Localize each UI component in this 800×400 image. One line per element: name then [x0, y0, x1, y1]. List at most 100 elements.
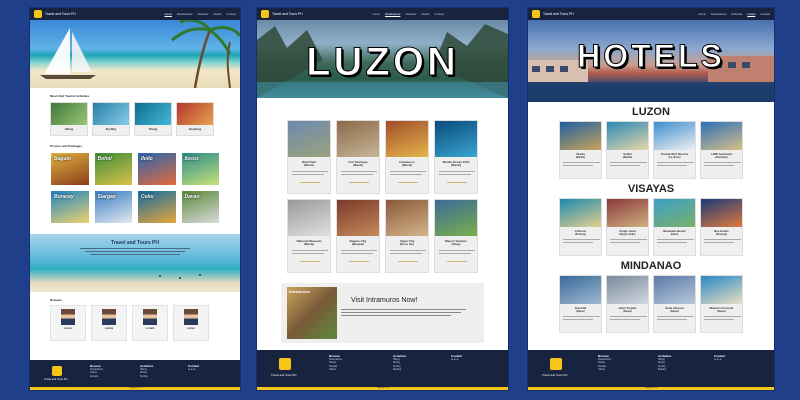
nav-destinations[interactable]: Destinations [385, 12, 400, 16]
hotel-card[interactable]: Dusit D2 (Davao) [559, 275, 602, 333]
promo-card[interactable]: Baguio [50, 152, 90, 186]
promo-card[interactable]: Iloilo [137, 152, 177, 186]
footer-activities: Activities Hiking Diving Surfing [140, 364, 153, 378]
hotel-desc-lines [704, 239, 741, 243]
place-card[interactable]: Fort Santiago (Manila) [336, 120, 380, 194]
nav-contact[interactable]: Contact [226, 12, 236, 16]
footer-logo-icon[interactable] [279, 358, 291, 370]
hotel-image [607, 122, 648, 150]
hotel-desc-lines [563, 239, 600, 243]
place-card[interactable]: Vigan City (Ilocos Sur) [385, 199, 429, 273]
place-image [337, 121, 379, 157]
hotel-card[interactable]: Sofitel (Manila) [606, 121, 649, 179]
nav-activities[interactable]: Activities [731, 12, 742, 16]
nav-contact[interactable]: Contact [434, 12, 444, 16]
hotel-card[interactable]: Hotel Tropika (Davao) [606, 275, 649, 333]
activity-label: Diving [148, 127, 158, 131]
place-card[interactable]: Manila Ocean Park (Manila) [434, 120, 478, 194]
nav-destinations[interactable]: Destinations [711, 12, 726, 16]
brand-name[interactable]: Travel and Tours PH [45, 12, 76, 16]
hotel-card[interactable]: Okada (Manila) [559, 121, 602, 179]
footer-activity-item[interactable]: Surfing [140, 375, 153, 378]
nav-activities[interactable]: Activities [197, 12, 208, 16]
hotel-card[interactable]: Crimson (Boracay) [559, 198, 602, 256]
copyright-bar: © copyright 2021 [528, 387, 774, 390]
activities-heading: Must-Visit Tourist Activities [50, 94, 90, 98]
nav-contact[interactable]: Contact [760, 12, 770, 16]
promo-card[interactable]: Davao [180, 190, 220, 224]
promo-card[interactable]: Boracay [50, 190, 90, 224]
promos-heading: Promos and Packages [50, 144, 83, 148]
region-heading: VISAYAS [627, 183, 675, 195]
footer-browse-item[interactable]: Others [598, 368, 611, 371]
footer-activity-item[interactable]: Boating [393, 368, 406, 371]
promo-card[interactable]: Bohol [93, 152, 133, 186]
hotel-image [607, 199, 648, 227]
activity-card[interactable]: Kayaking [176, 102, 214, 136]
hotel-card[interactable]: Bee Hotels (Boracay) [700, 198, 743, 256]
activity-card[interactable]: Zip-Way [92, 102, 130, 136]
logo-icon[interactable] [532, 10, 540, 18]
activity-image [135, 103, 171, 125]
nav-home[interactable]: Home [373, 12, 380, 16]
promo-label: Ilocos [184, 156, 199, 162]
hotel-card[interactable]: Waterfront Insular (Davao) [700, 275, 743, 333]
activity-label: Hiking [64, 127, 74, 131]
place-card[interactable]: National Museum (Manila) [287, 199, 331, 273]
footer-browse-item[interactable]: Rentals [90, 375, 103, 378]
hotel-card[interactable]: Amigo Hotel (Region Iloilo) [606, 198, 649, 256]
place-desc-lines [439, 250, 475, 262]
place-card[interactable]: Rizal Park (Manila) [287, 120, 331, 194]
nav-home[interactable]: Home [699, 12, 706, 16]
hotel-row: Crimson (Boracay) Amigo Hotel (Region Iloil… [552, 198, 750, 256]
footer-browse: Browse Destinations Hotels Rentals Other… [598, 354, 611, 372]
promo-label: Davao [184, 194, 200, 200]
place-image [337, 200, 379, 236]
footer-browse: Browse Destinations Hotels Rentals [90, 364, 103, 378]
logo-icon[interactable] [34, 10, 42, 18]
place-card[interactable]: Intramuros (Manila) [385, 120, 429, 194]
reviews-row: Lorem Laticia Loriain Lamar [50, 305, 220, 341]
nav-home[interactable]: Home [165, 12, 172, 16]
nav-hotels[interactable]: Hotels [421, 12, 429, 16]
nav-activities[interactable]: Activities [405, 12, 416, 16]
nav-destinations[interactable]: Destinations [177, 12, 192, 16]
hotel-card[interactable]: Seda Abreeza (Davao) [653, 275, 696, 333]
social-icons[interactable]: ⊕ ⊕ ⊕ [451, 358, 462, 361]
activity-card[interactable]: Diving [134, 102, 172, 136]
luzon-hero-title: LUZON [306, 40, 459, 85]
activity-image [51, 103, 87, 125]
activity-card[interactable]: Hiking [50, 102, 88, 136]
footer-logo-icon[interactable] [52, 366, 62, 376]
nav-hotels[interactable]: Hotels [747, 12, 755, 16]
promo-card[interactable]: Ilocos [180, 152, 220, 186]
hotel-image [654, 276, 695, 304]
social-icons[interactable]: ⊕ ⊕ ⊕ [188, 368, 199, 371]
hotel-image [607, 276, 648, 304]
nav-hotels[interactable]: Hotels [213, 12, 221, 16]
place-card[interactable]: Baguio City (Benguet) [336, 199, 380, 273]
hotel-region-section: MINDANAO Dusit D2 (Davao) Hotel Tropika (Dav… [528, 260, 774, 333]
hotel-card[interactable]: Thunderbird Resorts (La Union) [653, 121, 696, 179]
hotel-card[interactable]: LJMS Sunbeach (Zambales) [700, 121, 743, 179]
social-icons[interactable]: ⊕ ⊕ ⊕ [714, 358, 725, 361]
luzon-places-grid: Rizal Park (Manila) Fort Santiago (Manila) I… [257, 120, 508, 273]
hotel-desc-lines [657, 162, 694, 166]
place-desc-lines [341, 171, 377, 183]
promo-card[interactable]: Siargao [93, 190, 133, 224]
footer-browse-item[interactable]: Others [329, 368, 342, 371]
place-card[interactable]: Mayon Volcano (Albay) [434, 199, 478, 273]
promo-card[interactable]: Cebu [137, 190, 177, 224]
logo-icon[interactable] [261, 10, 269, 18]
brand-name[interactable]: Travel and Tours PH [543, 12, 574, 16]
footer-brand: Travel and Tours PH [271, 373, 297, 377]
place-image [288, 200, 330, 236]
hotel-row: Okada (Manila) Sofitel (Manila) Thunderbird … [552, 121, 750, 179]
place-desc-lines [390, 250, 426, 262]
footer-activity-item[interactable]: Boating [658, 368, 671, 371]
footer-logo-icon[interactable] [550, 358, 562, 370]
activities-grid: Hiking Zip-Way Diving Kayaking [50, 102, 220, 136]
hotel-card[interactable]: Bluewater Beach (Cebu) [653, 198, 696, 256]
promos-grid: Baguio Bohol Iloilo Ilocos Boracay Siargao Ceb… [50, 152, 220, 224]
brand-name[interactable]: Travel and Tours PH [272, 12, 303, 16]
